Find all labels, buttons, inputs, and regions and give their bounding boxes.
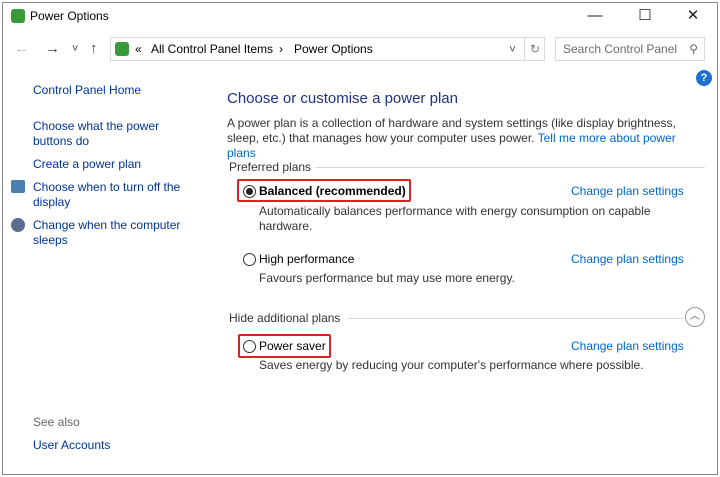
balanced-label[interactable]: Balanced (recommended) (259, 184, 406, 198)
power-saver-radio[interactable] (243, 340, 256, 353)
collapse-chevron-up-icon[interactable]: ︿ (685, 307, 705, 327)
address-dropdown[interactable]: ˅ (509, 38, 516, 60)
computer-sleeps-link[interactable]: Change when the computer sleeps (33, 218, 193, 248)
user-accounts-link[interactable]: User Accounts (33, 438, 110, 453)
moon-icon (11, 218, 25, 232)
window-title: Power Options (30, 9, 109, 23)
balanced-radio[interactable] (243, 185, 256, 198)
divider (348, 318, 683, 319)
see-also-label: See also (33, 415, 80, 429)
high-performance-radio[interactable] (243, 253, 256, 266)
recent-locations-button[interactable]: ˅ (72, 43, 78, 55)
balanced-description: Automatically balances performance with … (259, 204, 651, 233)
page-title: Choose or customise a power plan (227, 90, 458, 107)
power-saver-description: Saves energy by reducing your computer's… (259, 358, 644, 372)
breadcrumb-all-items[interactable]: All Control Panel Items (151, 38, 273, 60)
high-performance-label[interactable]: High performance (259, 252, 354, 266)
address-bar[interactable]: « All Control Panel Items › Power Option… (110, 37, 545, 61)
preferred-plans-heading: Preferred plans (229, 160, 312, 174)
power-saver-label[interactable]: Power saver (259, 339, 326, 353)
high-performance-change-settings-link[interactable]: Change plan settings (571, 252, 684, 266)
search-input[interactable]: Search Control Panel ⚲ (555, 37, 705, 61)
back-button[interactable]: ← (14, 40, 29, 57)
control-panel-home-link[interactable]: Control Panel Home (33, 83, 141, 98)
turn-off-display-link[interactable]: Choose when to turn off the display (33, 180, 193, 210)
overflow-chevron[interactable]: « (135, 38, 142, 60)
hide-additional-plans-heading: Hide additional plans (229, 311, 341, 325)
search-placeholder: Search Control Panel (563, 42, 678, 56)
breadcrumb-power-options[interactable]: Power Options (294, 38, 373, 60)
power-saver-change-settings-link[interactable]: Change plan settings (571, 339, 684, 353)
maximize-button[interactable]: ☐ (625, 4, 665, 28)
close-button[interactable]: ✕ (673, 4, 713, 28)
balanced-change-settings-link[interactable]: Change plan settings (571, 184, 684, 198)
high-performance-description: Favours performance but may use more ene… (259, 271, 515, 285)
minimize-button[interactable]: — (575, 4, 615, 28)
refresh-button[interactable]: ↻ (524, 38, 545, 60)
divider (315, 167, 705, 168)
create-plan-link[interactable]: Create a power plan (33, 157, 141, 172)
power-options-icon (115, 42, 129, 56)
forward-button[interactable]: → (45, 40, 60, 57)
search-icon: ⚲ (689, 42, 698, 56)
power-buttons-link[interactable]: Choose what the power buttons do (33, 119, 183, 149)
power-options-icon (11, 9, 25, 23)
breadcrumb-separator[interactable]: › (279, 38, 283, 60)
up-button[interactable]: ↑ (90, 40, 98, 57)
display-clock-icon (11, 180, 25, 193)
help-button[interactable]: ? (696, 70, 712, 86)
